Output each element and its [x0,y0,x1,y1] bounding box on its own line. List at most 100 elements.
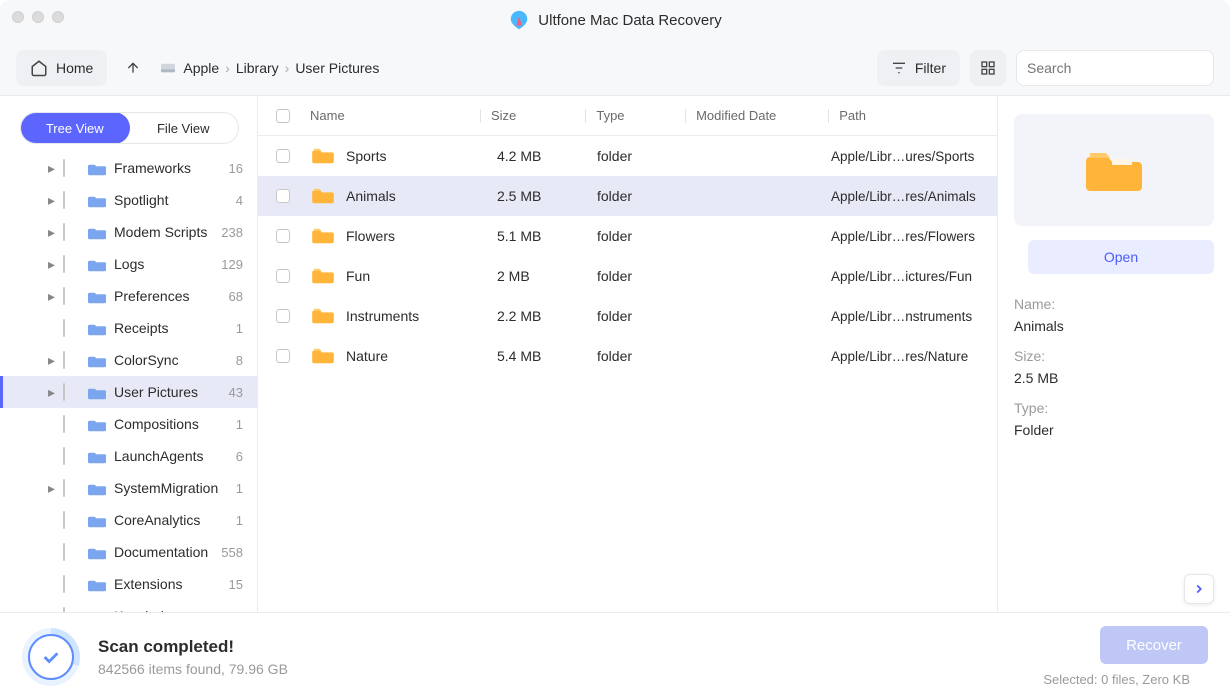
crumb-1[interactable]: Library [236,60,279,76]
folder-icon [88,545,106,560]
table-row[interactable]: Instruments2.2 MBfolderApple/Libr…nstrum… [258,296,997,336]
tree-checkbox[interactable] [63,159,65,177]
row-checkbox[interactable] [276,309,290,323]
crumb-0[interactable]: Apple [183,60,219,76]
tab-file-view[interactable]: File View [129,113,239,143]
details-size-value: 2.5 MB [1014,370,1214,386]
tree-checkbox[interactable] [63,319,65,337]
col-path[interactable]: Path [839,108,981,123]
col-size[interactable]: Size [491,108,585,123]
sidebar-item[interactable]: ▸ColorSync8 [0,344,257,376]
caret-icon[interactable]: ▸ [48,160,58,177]
row-checkbox[interactable] [276,269,290,283]
table-row[interactable]: Flowers5.1 MBfolderApple/Libr…res/Flower… [258,216,997,256]
tree-checkbox[interactable] [63,223,65,241]
tree-count: 1 [236,321,243,336]
col-name[interactable]: Name [310,108,480,123]
sidebar-item[interactable]: ▸ Spotlight4 [0,184,257,216]
tree-checkbox[interactable] [63,415,65,433]
sidebar-item[interactable]: ▸Preferences68 [0,280,257,312]
caret-icon[interactable]: ▸ [48,256,58,273]
tree-label: SystemMigration [114,480,236,496]
sidebar-item[interactable]: Keychains4 [0,600,257,612]
up-button[interactable] [117,50,149,86]
sidebar-item[interactable]: CoreAnalytics1 [0,504,257,536]
row-path: Apple/Libr…res/Animals [831,189,981,204]
caret-icon[interactable]: ▸ [48,192,58,209]
sidebar-item[interactable]: ▸User Pictures43 [0,376,257,408]
tree-checkbox[interactable] [63,543,65,561]
tree-checkbox[interactable] [63,479,65,497]
col-type[interactable]: Type [596,108,685,123]
window-controls[interactable] [12,11,64,23]
sidebar-item[interactable]: Extensions15 [0,568,257,600]
filter-icon [891,60,907,76]
sidebar-item[interactable]: ▸Frameworks16 [0,152,257,184]
caret-icon[interactable]: ▸ [48,480,58,497]
tree-count: 4 [236,193,243,208]
details-type-label: Type: [1014,400,1214,416]
table-row[interactable]: Fun2 MBfolderApple/Libr…ictures/Fun [258,256,997,296]
row-path: Apple/Libr…res/Nature [831,349,981,364]
caret-icon[interactable]: ▸ [48,224,58,241]
row-checkbox[interactable] [276,349,290,363]
sidebar-item[interactable]: ▸SystemMigration1 [0,472,257,504]
recover-button[interactable]: Recover [1100,626,1208,664]
tab-tree-view[interactable]: Tree View [20,112,130,144]
search-field[interactable] [1027,60,1208,76]
tree-checkbox[interactable] [63,191,65,209]
col-modified[interactable]: Modified Date [696,108,828,123]
open-button[interactable]: Open [1028,240,1214,274]
caret-icon[interactable]: ▸ [48,384,58,401]
tree-checkbox[interactable] [63,447,65,465]
tree-checkbox[interactable] [63,351,65,369]
sidebar-item[interactable]: Receipts1 [0,312,257,344]
row-checkbox[interactable] [276,189,290,203]
select-all-checkbox[interactable] [276,109,290,123]
tree-checkbox[interactable] [63,383,65,401]
tree-label: LaunchAgents [114,448,236,464]
toolbar: Home Apple › Library › User Pictures Fil… [0,40,1230,96]
tree-label: Logs [114,256,221,272]
row-path: Apple/Libr…ures/Sports [831,149,981,164]
crumb-2[interactable]: User Pictures [295,60,379,76]
grid-icon [980,60,996,76]
folder-icon [312,187,334,205]
table-row[interactable]: Animals2.5 MBfolderApple/Libr…res/Animal… [258,176,997,216]
sidebar-item[interactable]: ▸Logs129 [0,248,257,280]
search-input[interactable] [1016,50,1214,86]
row-size: 2.2 MB [497,308,597,324]
home-button[interactable]: Home [16,50,107,86]
folder-icon [88,353,106,368]
tree-checkbox[interactable] [63,287,65,305]
sidebar-item[interactable]: Documentation558 [0,536,257,568]
tree-count: 6 [236,449,243,464]
maximize-icon[interactable] [52,11,64,23]
tree-checkbox[interactable] [63,255,65,273]
tree-checkbox[interactable] [63,607,65,612]
caret-icon[interactable]: ▸ [48,288,58,305]
tree-count: 1 [236,513,243,528]
row-checkbox[interactable] [276,149,290,163]
caret-icon[interactable]: ▸ [48,352,58,369]
filter-button[interactable]: Filter [877,50,960,86]
folder-tree[interactable]: ▸Frameworks16▸Spotlight4▸Modem Scripts23… [0,152,257,612]
tree-label: Spotlight [114,192,236,208]
grid-view-button[interactable] [970,50,1006,86]
sidebar-item[interactable]: LaunchAgents6 [0,440,257,472]
collapse-details-button[interactable] [1184,574,1214,604]
row-size: 5.1 MB [497,228,597,244]
table-row[interactable]: Sports4.2 MBfolderApple/Libr…ures/Sports [258,136,997,176]
tree-checkbox[interactable] [63,575,65,593]
footer: Scan completed! 842566 items found, 79.9… [0,612,1230,700]
sidebar-item[interactable]: ▸Modem Scripts238 [0,216,257,248]
breadcrumb: Apple › Library › User Pictures [159,60,379,76]
row-name: Flowers [346,228,395,244]
row-checkbox[interactable] [276,229,290,243]
table-row[interactable]: Nature5.4 MBfolderApple/Libr…res/Nature [258,336,997,376]
tree-label: Receipts [114,320,236,336]
sidebar-item[interactable]: Compositions1 [0,408,257,440]
tree-checkbox[interactable] [63,511,65,529]
minimize-icon[interactable] [32,11,44,23]
close-icon[interactable] [12,11,24,23]
